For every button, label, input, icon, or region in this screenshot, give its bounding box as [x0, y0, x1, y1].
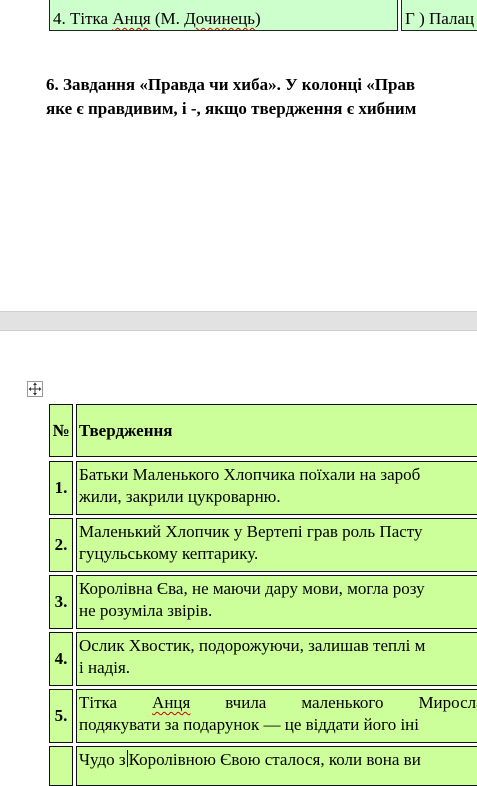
prev-table-cell-right: Г ) Палац	[401, 0, 477, 31]
row-num: 3.	[54, 592, 68, 611]
row-num: 2.	[54, 535, 68, 554]
text-after-cursor: Королівною Євою сталося, коли вона ви	[128, 750, 421, 769]
text-before-cursor: Чудо з	[79, 750, 126, 769]
prev-table-cell-left: 4. Тітка Анця (М. Дочинець)	[49, 0, 398, 31]
task-paragraph: 6. Завдання «Правда чи хиба». У колонці …	[46, 73, 416, 121]
task-line-2: яке є правдивим, і -, якщо твердження є …	[46, 99, 417, 118]
row-line: жили, закрили цукроварню.	[79, 487, 281, 506]
page-separator	[0, 311, 477, 331]
row-line: Батьки Маленького Хлопчика поїхали на за…	[79, 465, 421, 484]
table-row-6-text[interactable]: Чудо з Королівною Євою сталося, коли вона…	[76, 746, 477, 786]
row-line: не розуміла звірів.	[79, 601, 213, 620]
row-num: 5.	[54, 706, 68, 725]
table-row-2-num: 2.	[49, 518, 73, 572]
table-move-handle-icon[interactable]	[27, 381, 43, 397]
table-row-4-text: Ослик Хвостик, подорожуючи, залишав тепл…	[76, 632, 477, 686]
document-page-2: № Твердження 1. Батьки Маленького Хлопчи…	[0, 331, 477, 786]
table-row-1-num: 1.	[49, 461, 73, 515]
table-header-num: №	[49, 404, 73, 457]
row-line: подякувати за подарунок — це віддати йог…	[79, 715, 419, 734]
table-row-3-num: 3.	[49, 575, 73, 629]
prev-cell-text-b: Анця	[112, 9, 151, 28]
row-num: 1.	[54, 478, 68, 497]
table-row-2-text: Маленький Хлопчик у Вертепі грав роль Па…	[76, 518, 477, 572]
header-statement-label: Твердження	[79, 420, 173, 440]
table-row-5-num: 5.	[49, 689, 73, 743]
row-num: 4.	[54, 649, 68, 668]
word: Анця	[152, 693, 191, 712]
row-line: Ослик Хвостик, подорожуючи, залишав тепл…	[79, 636, 426, 655]
row-line: Королівна Єва, не маючи дару мови, могла…	[79, 579, 425, 598]
word: Тітка	[79, 693, 118, 712]
row-line: і надія.	[79, 658, 131, 677]
document-page-1: 4. Тітка Анця (М. Дочинець) Г ) Палац 6.…	[0, 0, 477, 311]
table-row-4-num: 4.	[49, 632, 73, 686]
table-row-3-text: Королівна Єва, не маючи дару мови, могла…	[76, 575, 477, 629]
table-row-1-text: Батьки Маленького Хлопчика поїхали на за…	[76, 461, 477, 515]
row-line-justified: Тітка Анця вчила маленького Мирослава	[79, 692, 477, 714]
task-line-1: 6. Завдання «Правда чи хиба». У колонці …	[46, 75, 416, 94]
table-header-statement: Твердження	[76, 404, 477, 457]
word: маленького	[301, 693, 384, 712]
row-line: Чудо з Королівною Євою сталося, коли вона…	[79, 749, 477, 771]
row-line: гуцульському кептарику.	[79, 544, 259, 563]
prev-cell-right-text: Г ) Палац	[405, 9, 475, 28]
word: вчила	[225, 693, 267, 712]
prev-cell-text-e: )	[254, 9, 261, 28]
row-line: Маленький Хлопчик у Вертепі грав роль Па…	[79, 522, 423, 541]
table-row-5-text: Тітка Анця вчила маленького Мирослава по…	[76, 689, 477, 743]
text-cursor	[126, 750, 128, 767]
prev-cell-text-d: Дочинець	[184, 9, 255, 28]
prev-cell-text-c: (М.	[150, 9, 185, 28]
table-row-6-num	[49, 746, 73, 786]
word: Мирослава	[418, 693, 477, 712]
header-num-label: №	[52, 420, 70, 440]
prev-cell-text-a: 4. Тітка	[53, 9, 113, 28]
